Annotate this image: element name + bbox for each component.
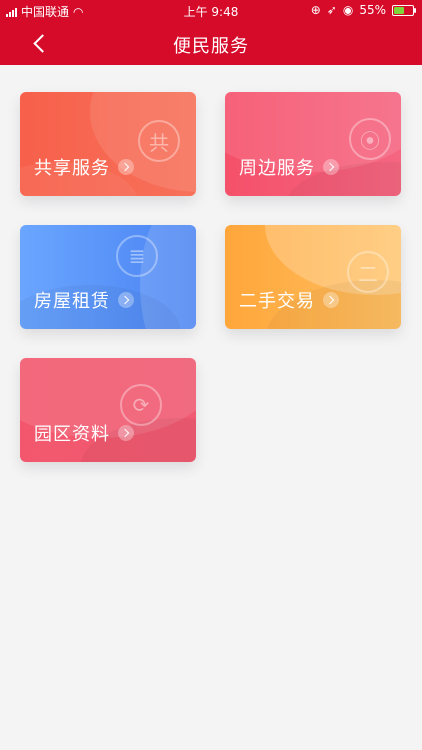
building-icon: ≣ — [116, 235, 158, 277]
card-label: 周边服务 — [239, 158, 315, 179]
chevron-right-icon — [118, 159, 134, 175]
chevron-right-icon — [118, 292, 134, 308]
location-pin-icon: ⦿ — [349, 118, 391, 160]
card-house-rental[interactable]: ≣ 房屋租赁 — [20, 225, 196, 329]
battery-percent: 55% — [359, 3, 386, 17]
trade-emblem-icon: 二 — [347, 251, 389, 293]
location-icon: ➶ — [326, 3, 337, 17]
card-label: 房屋租赁 — [34, 291, 110, 312]
card-second-hand-trade[interactable]: 二 二手交易 — [225, 225, 401, 329]
chevron-right-icon — [323, 292, 339, 308]
chevron-right-icon — [118, 425, 134, 441]
shared-emblem-icon: 共 — [138, 120, 180, 162]
card-park-info[interactable]: ⟳ 园区资料 — [20, 358, 196, 462]
page-title: 便民服务 — [173, 36, 249, 57]
chevron-right-icon — [323, 159, 339, 175]
battery-icon — [392, 4, 416, 16]
card-label: 园区资料 — [34, 424, 110, 445]
card-label: 共享服务 — [34, 158, 110, 179]
card-label: 二手交易 — [239, 291, 315, 312]
card-nearby-service[interactable]: ⦿ 周边服务 — [225, 92, 401, 196]
card-shared-service[interactable]: 共 共享服务 — [20, 92, 196, 196]
alarm-icon: ◉ — [342, 3, 354, 17]
header-bar: 中国联通 ◠ 上午 9:48 ⊕ ➶ ◉ 55% 便民服务 — [0, 0, 422, 65]
orientation-lock-icon: ⊕ — [310, 3, 321, 17]
status-bar: 中国联通 ◠ 上午 9:48 ⊕ ➶ ◉ 55% — [0, 0, 422, 22]
